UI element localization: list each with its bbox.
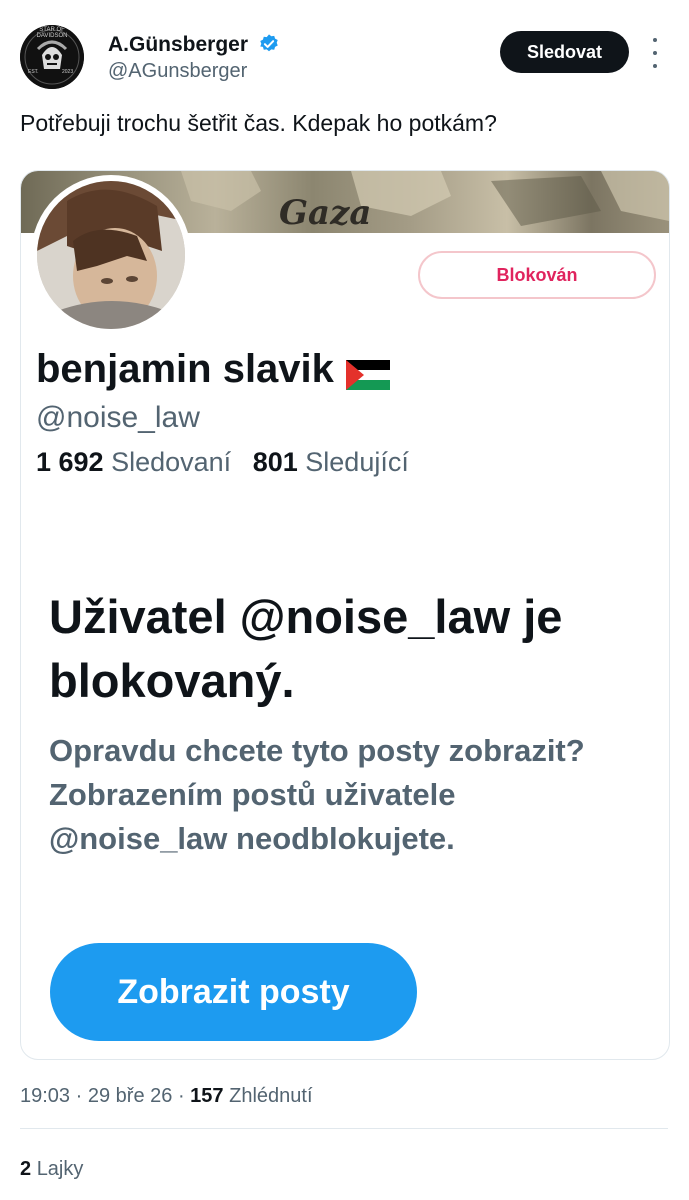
views-count: 157 — [190, 1085, 224, 1107]
author-avatar[interactable]: STAR OF DAVIDSON EST. 2023 — [20, 25, 84, 89]
followers-label: Sledující — [305, 447, 409, 477]
followers-stat[interactable]: 801 Sledující — [253, 447, 409, 477]
following-count: 1 692 — [36, 447, 104, 477]
author-handle[interactable]: @AGunsberger — [108, 60, 247, 83]
show-posts-button[interactable]: Zobrazit posty — [50, 943, 417, 1041]
tweet-time[interactable]: 19:03 — [20, 1085, 70, 1107]
tweet-date[interactable]: 29 bře 26 — [88, 1085, 173, 1107]
avatar-logo-year: 2023 — [62, 69, 74, 75]
meta-separator: · — [75, 1085, 83, 1107]
followers-count: 801 — [252, 447, 298, 477]
profile-name[interactable]: benjamin slavik — [36, 347, 390, 392]
tweet-meta: 19:03 · 29 bře 26 · 157 Zhlédnutí — [20, 1085, 313, 1108]
meta-separator: · — [177, 1085, 185, 1107]
likes-stat[interactable]: 2 Lajky — [20, 1158, 83, 1181]
blocked-button[interactable]: Blokován — [418, 251, 656, 299]
palestine-flag-icon — [345, 355, 390, 390]
tweet-text: Potřebuji trochu šetřit čas. Kdepak ho p… — [20, 110, 497, 136]
blocked-title: Uživatel @noise_law je blokovaný. — [49, 590, 563, 707]
views-label: Zhlédnutí — [229, 1085, 313, 1107]
profile-photo-image — [37, 181, 185, 329]
verified-badge-icon — [258, 33, 280, 55]
blocked-profile-card[interactable]: Gaza Blokován benjamin slavik @noise_law… — [20, 170, 670, 1060]
likes-label: Lajky — [36, 1158, 84, 1180]
more-options-icon[interactable] — [645, 38, 665, 68]
avatar-logo-est: EST. — [28, 69, 39, 75]
banner-graffiti-text: Gaza — [279, 193, 372, 233]
profile-photo[interactable] — [31, 175, 191, 335]
following-label: Sledovaní — [111, 447, 232, 477]
profile-stats: 1 692 Sledovaní 801 Sledující — [36, 447, 409, 478]
blocked-description: Opravdu chcete tyto posty zobrazit? Zobr… — [49, 733, 585, 856]
profile-name-text: benjamin slavik — [36, 347, 334, 391]
profile-handle[interactable]: @noise_law — [36, 401, 200, 435]
avatar-logo-text: STAR OF DAVIDSON — [36, 27, 68, 39]
author-name[interactable]: A.Günsberger — [108, 33, 248, 57]
likes-count: 2 — [20, 1158, 32, 1180]
follow-button[interactable]: Sledovat — [500, 31, 629, 73]
divider — [20, 1128, 668, 1129]
following-stat[interactable]: 1 692 Sledovaní — [36, 447, 231, 477]
